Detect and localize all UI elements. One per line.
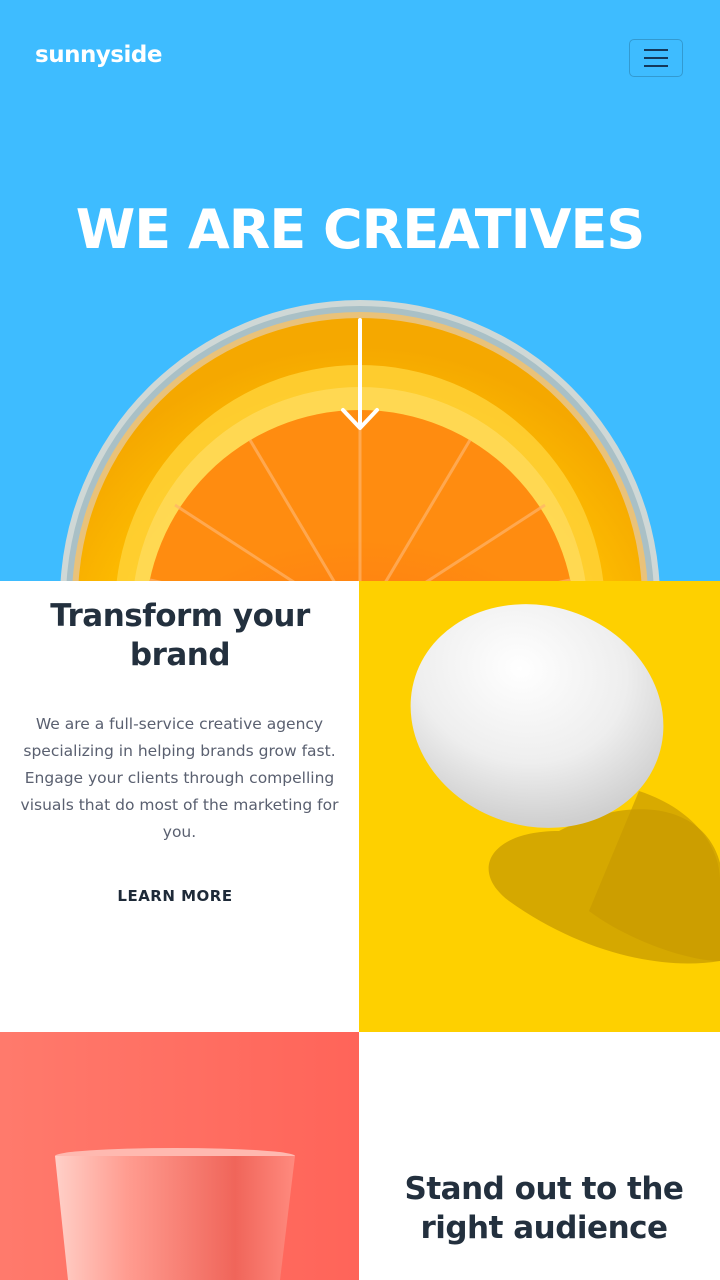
page: sunnyside WE ARE CREATIVES Transform you… <box>0 0 720 1280</box>
transform-body: We are a full-service creative agency sp… <box>20 715 339 841</box>
transform-title: Transform your brand <box>50 598 310 673</box>
learn-more-link[interactable]: LEARN MORE <box>100 887 250 905</box>
transform-section: Transform your brand We are a full-servi… <box>0 581 359 1032</box>
cup-illustration <box>0 1032 359 1280</box>
orange-slice-image <box>60 300 660 581</box>
standout-title: Stand out to the right audience <box>404 1171 684 1246</box>
hero-title: WE ARE CREATIVES <box>75 198 646 261</box>
hamburger-icon-bar <box>644 57 668 59</box>
logo[interactable]: sunnyside <box>35 42 162 68</box>
hamburger-menu-button[interactable] <box>629 39 683 77</box>
hamburger-icon <box>644 49 668 51</box>
hero-section: sunnyside WE ARE CREATIVES <box>0 0 720 581</box>
egg-illustration <box>410 604 720 964</box>
egg-image <box>359 581 720 1032</box>
arrow-down-icon[interactable] <box>338 318 382 434</box>
hamburger-icon-bar <box>644 65 668 67</box>
cup-image <box>0 1032 359 1280</box>
standout-section: Stand out to the right audience <box>359 1032 720 1280</box>
